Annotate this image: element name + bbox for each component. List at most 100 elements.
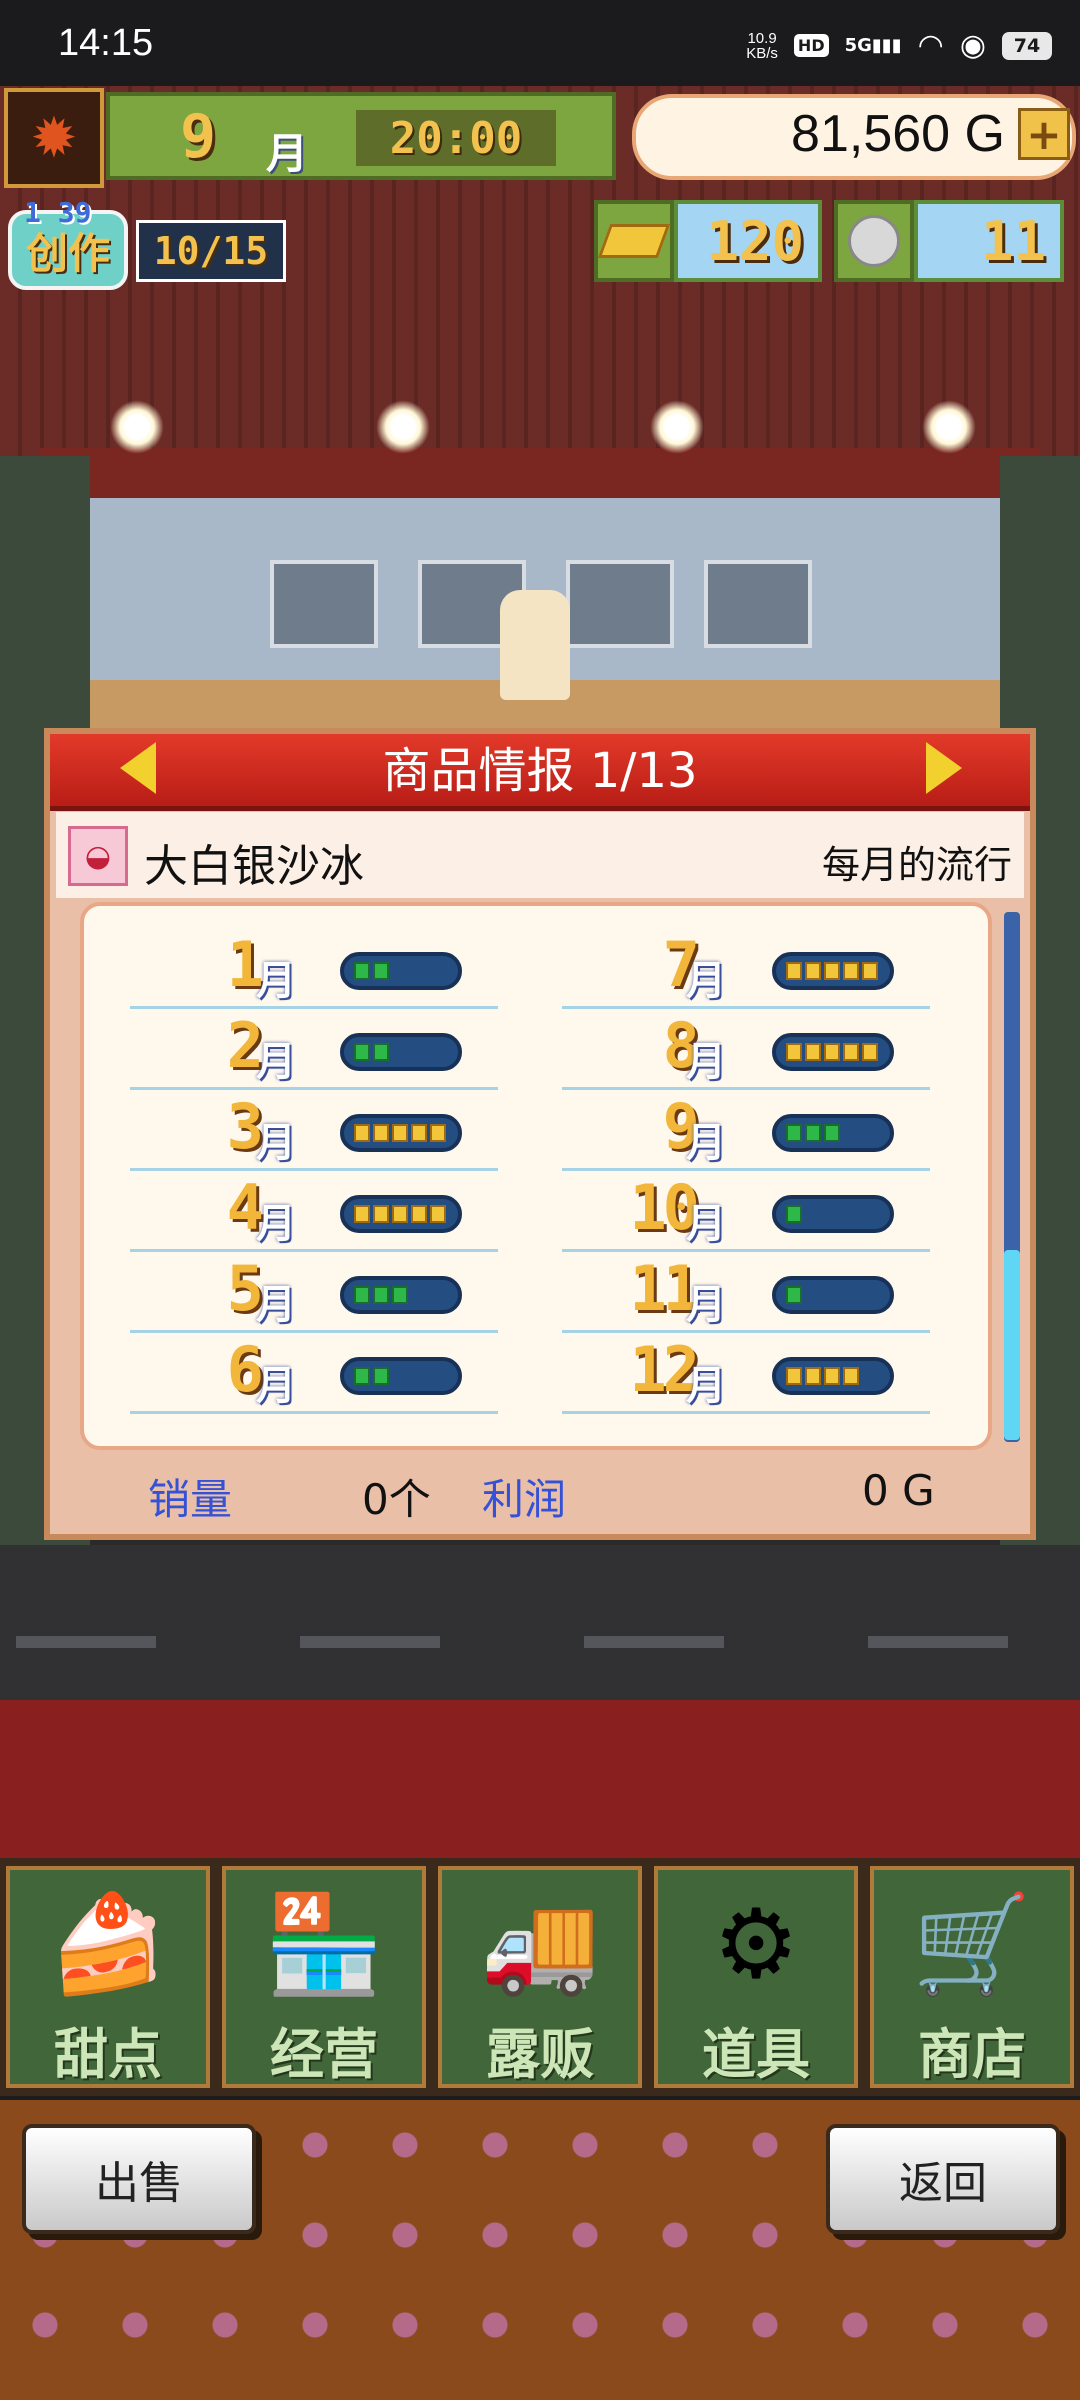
month-label: 月 [256,1282,296,1328]
shaved-ice-icon: ◒ [68,826,128,886]
popularity-gauge [772,1033,894,1071]
maple-leaf-icon[interactable]: ✹ [4,88,104,188]
nav-label: 商店 [918,2023,1026,2086]
cake-icon: 🍰 [48,1888,168,2000]
road [0,1545,1080,1700]
gauge-segment [354,1043,370,1061]
month-number: 10 [629,1171,700,1244]
gauge-segment [805,1043,821,1061]
month-label: 月 [256,1201,296,1247]
status-time: 14:15 [58,22,154,64]
gauge-segment [805,1124,821,1142]
back-button[interactable]: 返回 [826,2124,1060,2234]
speed-value: 10.9 [747,29,777,47]
gauge-segment [786,1205,802,1223]
month-number: 3 [226,1090,264,1163]
create-timer: 1 39 [24,196,92,229]
month-label: 月 [686,1363,726,1409]
battery-icon: 74 [1002,31,1052,60]
road-dash [868,1636,1008,1648]
month-number: 8 [662,1009,700,1082]
add-money-button[interactable]: + [1018,108,1070,160]
month-label: 月 [256,1039,296,1085]
sales-value: 0个 [362,1475,431,1524]
ceiling-light-icon [650,400,704,454]
ceiling-light-icon [110,400,164,454]
roof-beam [40,448,1040,504]
ceiling-light-icon [376,400,430,454]
sales-label: 销量 [148,1475,233,1524]
gauge-segment [354,1205,370,1223]
month-number: 1 [226,928,264,1001]
nav-button-gear-bag[interactable]: ⚙ 道具 [654,1866,858,2088]
current-month: 9 [180,102,217,172]
month-number: 7 [662,928,700,1001]
sell-button[interactable]: 出售 [22,2124,256,2234]
food-truck-icon: 🚚 [480,1888,600,2000]
month-label: 月 [266,129,309,178]
popularity-gauge [772,1114,894,1152]
month-label: 月 [256,958,296,1004]
nav-button-shop-building[interactable]: 🏪 经营 [222,1866,426,2088]
ceiling-light-icon [922,400,976,454]
month-label: 月 [256,1120,296,1166]
gauge-segment [862,1043,878,1061]
game-clock: 20:00 [356,110,556,166]
nav-button-cake[interactable]: 🍰 甜点 [6,1866,210,2088]
gauge-segment [373,962,389,980]
popularity-gauge [340,952,462,990]
gear-bag-icon: ⚙ [712,1888,800,2000]
month-label: 月 [686,1120,726,1166]
scrollbar-thumb[interactable] [1004,1250,1020,1440]
gauge-segment [373,1205,389,1223]
monthly-trend-label: 每月的流行 [821,843,1012,887]
gauge-segment [824,962,840,980]
gauge-segment [354,1124,370,1142]
gauge-segment [354,1286,370,1304]
month-number: 6 [226,1333,264,1406]
month-number: 5 [226,1252,264,1325]
gold-bar-icon[interactable] [594,200,674,282]
nav-label: 露贩 [486,2023,594,2086]
gauge-segment [430,1205,446,1223]
signal-icon: 5G▮▮▮ [844,35,902,56]
gauge-segment [824,1124,840,1142]
gauge-segment [373,1367,389,1385]
hd-icon: HD [793,34,829,57]
gauge-segment [824,1367,840,1385]
medal-icon[interactable] [834,200,914,282]
gauge-segment [392,1205,408,1223]
gauge-segment [354,1367,370,1385]
popularity-gauge [772,1195,894,1233]
profit-label: 利润 [482,1475,567,1524]
medal-count: 11 [914,200,1064,282]
network-speed: 10.9 KB/s [746,31,778,61]
month-number: 9 [662,1090,700,1163]
popularity-gauge [340,1357,462,1395]
product-name: 大白银沙冰 [144,841,364,892]
cart-icon: 🛒 [912,1888,1032,2000]
gauge-segment [824,1043,840,1061]
create-count: 10/15 [136,220,286,282]
gauge-segment [862,962,878,980]
next-arrow-icon[interactable] [926,742,962,794]
road-dash [300,1636,440,1648]
month-label: 月 [256,1363,296,1409]
prev-arrow-icon[interactable] [120,742,156,794]
oven [566,560,674,648]
nav-button-cart[interactable]: 🛒 商店 [870,1866,1074,2088]
month-label: 月 [686,1282,726,1328]
gauge-segment [373,1124,389,1142]
month-number: 11 [629,1252,700,1325]
status-icons: 10.9 KB/s HD 5G▮▮▮ ◠ ◉ 74 [746,28,1052,63]
nav-label: 甜点 [54,2023,162,2086]
gauge-segment [786,1043,802,1061]
gauge-segment [392,1124,408,1142]
chef-character[interactable] [500,590,570,700]
profit-value: 0 G [862,1466,935,1515]
nav-button-food-truck[interactable]: 🚚 露贩 [438,1866,642,2088]
oven [270,560,378,648]
gauge-segment [430,1124,446,1142]
gauge-segment [411,1124,427,1142]
road-dash [584,1636,724,1648]
